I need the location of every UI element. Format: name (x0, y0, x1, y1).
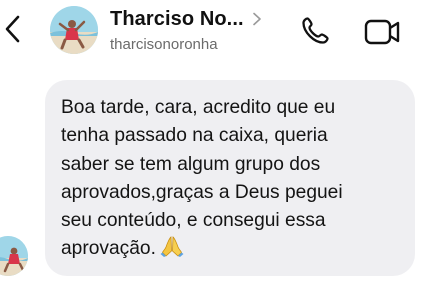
avatar-image (50, 6, 98, 54)
video-call-button[interactable] (362, 14, 402, 48)
sender-avatar[interactable] (0, 236, 28, 276)
chevron-right-icon (252, 12, 261, 26)
video-camera-icon (364, 19, 400, 45)
message-text: Boa tarde, cara, acredito que eu tenha p… (61, 94, 401, 264)
message-body: Boa tarde, cara, acredito que eu tenha p… (61, 97, 343, 260)
phone-icon (302, 17, 329, 44)
chevron-left-icon (5, 15, 20, 43)
contact-name: Tharciso No... (110, 7, 244, 30)
contact-title[interactable]: Tharciso No... (110, 6, 262, 32)
call-button[interactable] (298, 14, 332, 48)
chat-header: Tharciso No... tharcisonoronha (0, 0, 422, 66)
folded-hands-emoji-icon (160, 235, 184, 258)
back-button[interactable] (2, 12, 24, 46)
contact-avatar[interactable] (50, 6, 98, 54)
sender-avatar-image (0, 236, 28, 276)
contact-handle: tharcisonoronha (110, 36, 218, 53)
chat-screen: Tharciso No... tharcisonoronha Boa tarde… (0, 0, 422, 290)
message-bubble[interactable]: Boa tarde, cara, acredito que eu tenha p… (45, 80, 415, 276)
